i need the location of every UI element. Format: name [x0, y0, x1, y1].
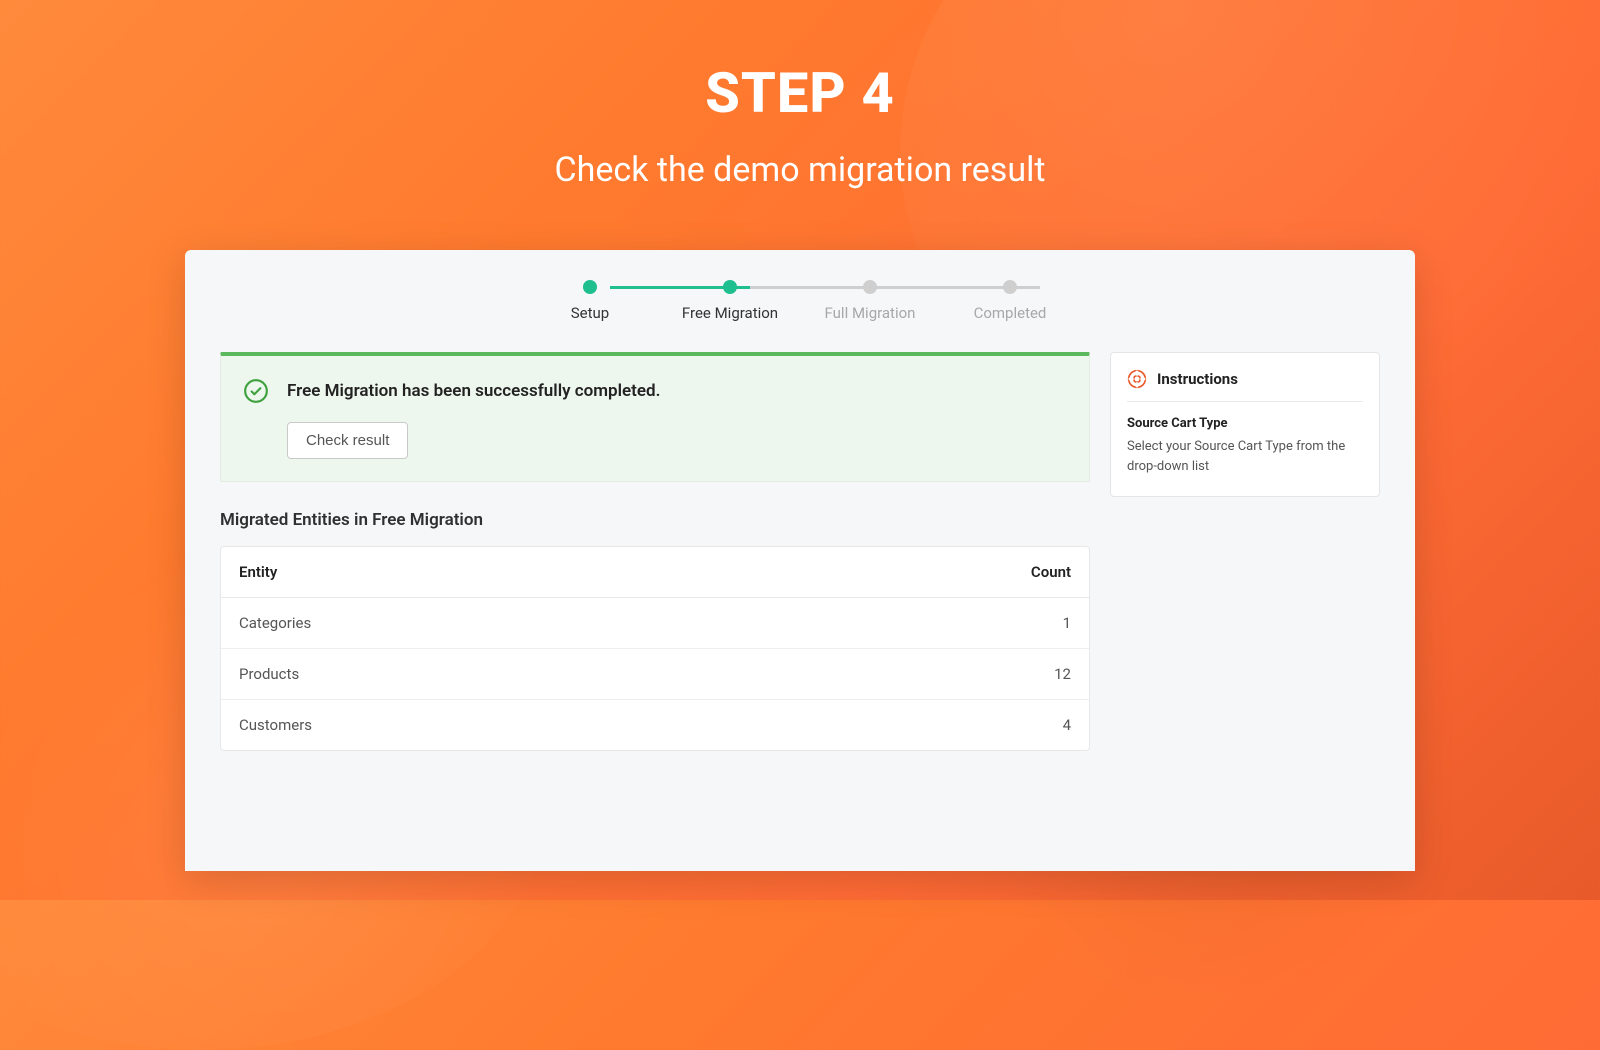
- col-count: Count: [1031, 563, 1071, 581]
- check-result-button[interactable]: Check result: [287, 422, 408, 459]
- instructions-body: Select your Source Cart Type from the dr…: [1127, 437, 1363, 476]
- wizard-card: Setup Free Migration Full Migration Comp…: [185, 250, 1415, 871]
- col-entity: Entity: [239, 563, 277, 581]
- instructions-title: Instructions: [1157, 370, 1238, 388]
- entities-section-title: Migrated Entities in Free Migration: [220, 510, 1090, 530]
- cell-entity: Customers: [239, 716, 312, 734]
- banner-message: Free Migration has been successfully com…: [287, 381, 660, 401]
- step-connector: [890, 286, 1040, 289]
- lifebuoy-icon: [1127, 369, 1147, 389]
- hero: STEP 4 Check the demo migration result: [0, 0, 1600, 190]
- success-banner: Free Migration has been successfully com…: [220, 352, 1090, 482]
- instructions-panel: Instructions Source Cart Type Select you…: [1110, 352, 1380, 497]
- step-dot-icon: [723, 280, 737, 294]
- step-label: Free Migration: [682, 304, 778, 322]
- table-row: Products 12: [221, 649, 1089, 700]
- cell-entity: Products: [239, 665, 299, 683]
- cell-count: 1: [1063, 614, 1071, 632]
- cell-count: 4: [1063, 716, 1071, 734]
- page-step-title: STEP 4: [0, 60, 1600, 126]
- instructions-subhead: Source Cart Type: [1127, 416, 1363, 431]
- step-dot-icon: [1003, 280, 1017, 294]
- step-label: Completed: [974, 304, 1047, 322]
- check-circle-icon: [243, 378, 269, 404]
- cell-entity: Categories: [239, 614, 311, 632]
- step-connector: [610, 286, 760, 289]
- stepper: Setup Free Migration Full Migration Comp…: [520, 280, 1080, 322]
- table-row: Categories 1: [221, 598, 1089, 649]
- step-dot-icon: [583, 280, 597, 294]
- step-dot-icon: [863, 280, 877, 294]
- page-step-subtitle: Check the demo migration result: [0, 150, 1600, 190]
- step-connector: [750, 286, 900, 289]
- entities-table: Entity Count Categories 1 Products 12 Cu…: [220, 546, 1090, 751]
- cell-count: 12: [1054, 665, 1071, 683]
- table-row: Customers 4: [221, 700, 1089, 750]
- table-header: Entity Count: [221, 547, 1089, 598]
- step-setup[interactable]: Setup: [520, 280, 660, 322]
- step-label: Setup: [571, 304, 609, 322]
- step-label: Full Migration: [825, 304, 916, 322]
